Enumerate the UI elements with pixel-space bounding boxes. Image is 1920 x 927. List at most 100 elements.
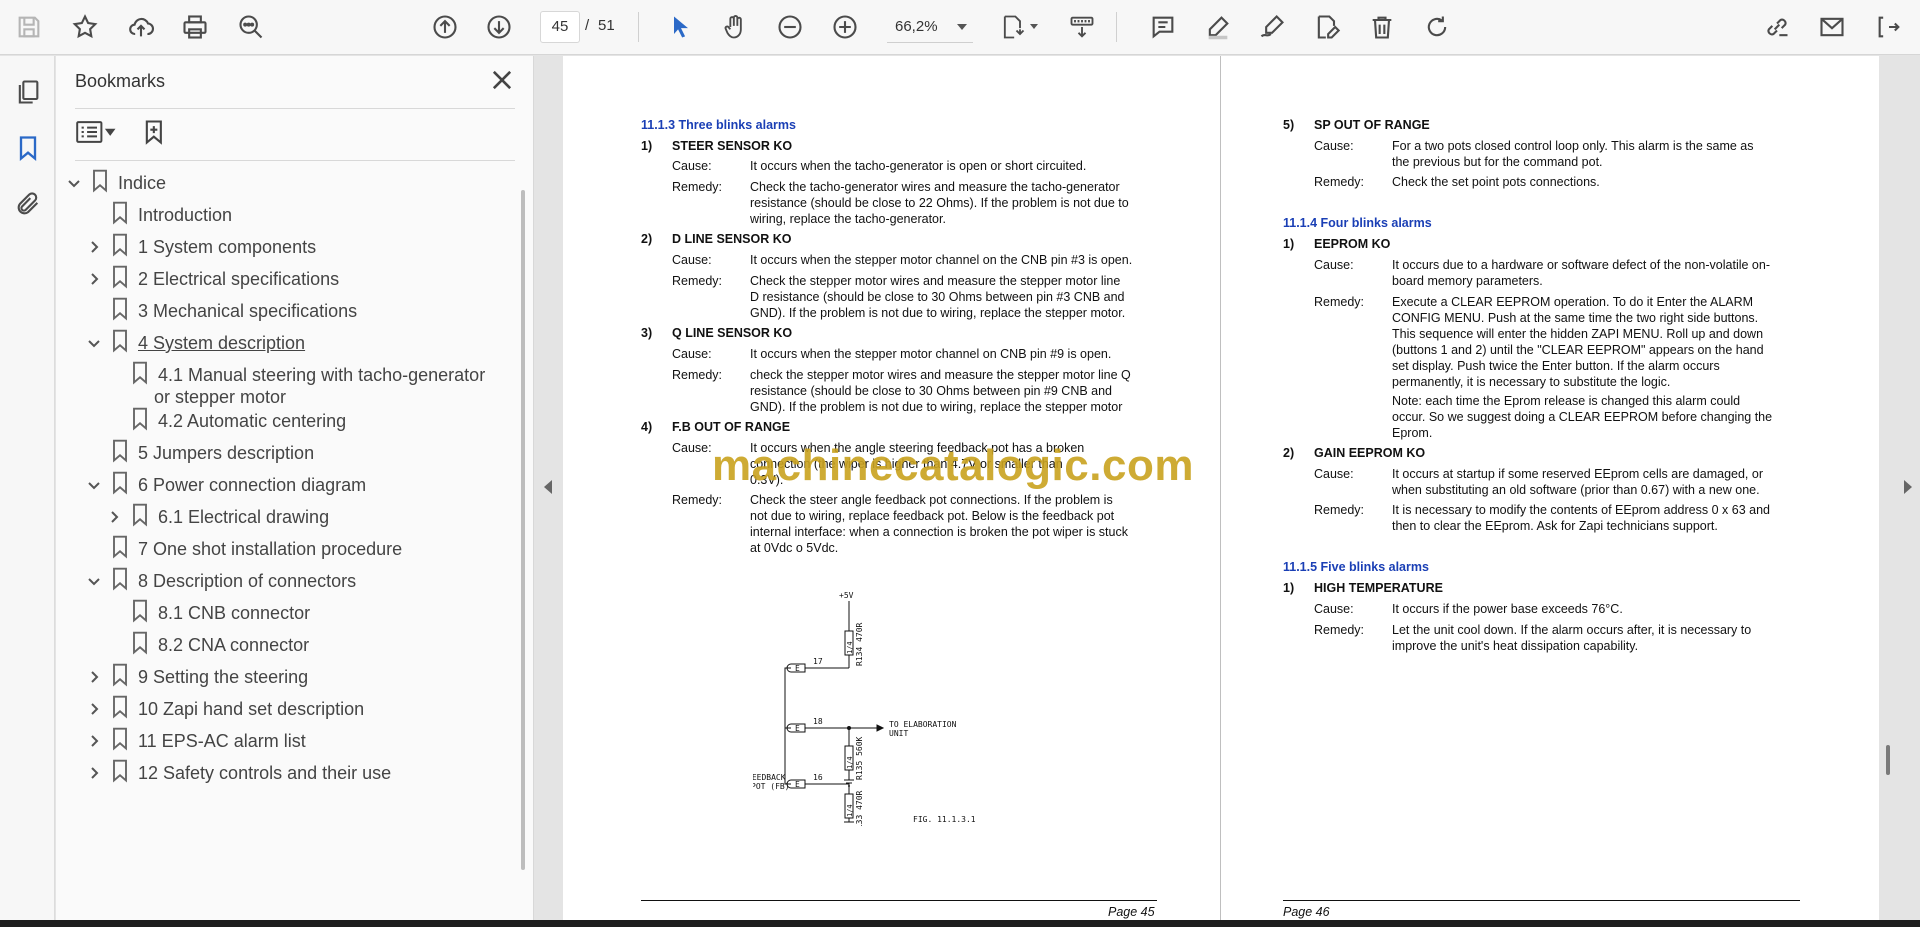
highlight-pen-icon[interactable] (1199, 8, 1237, 46)
item-number: 1) (1283, 581, 1295, 595)
connector-e-label: E (795, 724, 800, 733)
note-line: Note: each time the Eprom release is cha… (1392, 394, 1741, 408)
toggle-spacer (104, 633, 124, 657)
chevron-down-icon[interactable] (84, 331, 104, 355)
bookmark-options-icon[interactable] (75, 118, 119, 151)
toggle-spacer (104, 363, 124, 387)
chevron-right-icon[interactable] (84, 665, 104, 689)
feedback-pot-label: FEEDBACK (753, 773, 786, 782)
bookmark-item[interactable]: 8.2 CNA connector (104, 628, 309, 662)
bookmark-item[interactable]: 3 Mechanical specifications (84, 294, 357, 328)
zoom-out-icon[interactable] (771, 8, 809, 46)
select-cursor-icon[interactable] (662, 8, 700, 46)
bookmark-tree: Indice Introduction 1 System components 2 E… (56, 166, 526, 920)
remedy-label: Remedy: (1314, 623, 1365, 637)
chevron-right-icon[interactable] (104, 505, 124, 529)
new-bookmark-icon[interactable] (141, 118, 169, 151)
attachments-icon[interactable] (10, 186, 46, 222)
close-icon[interactable] (488, 66, 516, 94)
trash-icon[interactable] (1363, 8, 1401, 46)
save-icon[interactable] (10, 8, 48, 46)
next-page-icon[interactable] (480, 8, 518, 46)
bookmarks-scrollbar[interactable] (521, 190, 525, 870)
expand-right-panel-icon[interactable] (1904, 480, 1912, 494)
document-scrollbar[interactable] (1886, 745, 1890, 775)
chevron-down-icon[interactable] (64, 171, 84, 195)
remedy-label: Remedy: (1314, 503, 1365, 517)
bookmark-item[interactable]: 9 Setting the steering (84, 660, 308, 694)
hand-tool-icon[interactable] (716, 8, 754, 46)
page-fit-icon[interactable] (994, 8, 1032, 46)
bookmark-item[interactable]: Indice (64, 166, 166, 200)
r133-label: R133 470R (855, 790, 864, 826)
chevron-down-icon[interactable] (84, 569, 104, 593)
bookmark-item[interactable]: 5 Jumpers description (84, 436, 314, 470)
bookmark-label: 4.1 Manual steering with tacho-generator (158, 365, 486, 385)
bookmark-item[interactable]: 12 Safety controls and their use (84, 756, 391, 790)
edit-pdf-icon[interactable] (1308, 8, 1346, 46)
bookmark-item[interactable]: 11 EPS-AC alarm list (84, 724, 306, 758)
junction-dot (847, 726, 851, 730)
bookmark-item[interactable]: 7 One shot installation procedure (84, 532, 402, 566)
footer-rule (641, 900, 1157, 901)
print-icon[interactable] (176, 8, 214, 46)
bookmark-item[interactable]: Introduction (84, 198, 232, 232)
cloud-upload-icon[interactable] (122, 8, 160, 46)
zoom-level-select[interactable]: 66,2% (887, 11, 973, 43)
bookmark-item[interactable]: 4.2 Automatic centering (104, 404, 346, 438)
bookmarks-panel: Bookmarks Indice Introduction 1 System com… (56, 56, 534, 920)
bookmark-item[interactable]: 2 Electrical specifications (84, 262, 339, 296)
mail-icon[interactable] (1813, 8, 1851, 46)
share-link-icon[interactable] (1758, 8, 1796, 46)
toolbar-divider (1116, 12, 1117, 42)
expand-panel-icon[interactable] (1870, 8, 1908, 46)
remedy-line: (buttons 1 and 2) until the "CLEAR EEPRO… (1392, 343, 1764, 357)
bookmark-item[interactable]: 10 Zapi hand set description (84, 692, 364, 726)
chevron-right-icon[interactable] (84, 761, 104, 785)
bookmark-ribbon-icon (110, 297, 130, 325)
page-thumbnails-icon[interactable] (10, 74, 46, 110)
bookmark-ribbon-icon (110, 439, 130, 467)
cause-text: It occurs if the power base exceeds 76°C… (1392, 602, 1623, 616)
bookmark-item[interactable]: 8 Description of connectors (84, 564, 356, 598)
chevron-right-icon[interactable] (84, 697, 104, 721)
remedy-line: Execute a CLEAR EEPROM operation. To do … (1392, 295, 1754, 309)
remedy-line: not due to wiring, replace feedback pot.… (750, 509, 1115, 523)
bookmark-label: Introduction (138, 205, 233, 225)
chevron-right-icon[interactable] (84, 267, 104, 291)
item-number: 5) (1283, 118, 1295, 132)
comment-icon[interactable] (1144, 8, 1182, 46)
zoom-in-icon[interactable] (826, 8, 864, 46)
redo-icon[interactable] (1418, 8, 1456, 46)
previous-page-icon[interactable] (426, 8, 464, 46)
bookmark-item[interactable]: 6 Power connection diagram (84, 468, 366, 502)
bookmarks-icon[interactable] (10, 130, 46, 166)
pin-17-label: 17 (813, 657, 823, 666)
zoom-search-icon[interactable] (232, 8, 270, 46)
bookmark-item[interactable]: 8.1 CNB connector (104, 596, 310, 630)
note-line: Eprom. (1392, 426, 1433, 440)
bookmark-item[interactable]: 1 System components (84, 230, 316, 264)
page-number-input[interactable]: 45 (540, 11, 580, 43)
chevron-down-icon[interactable] (1030, 24, 1038, 29)
collapse-left-panel-icon[interactable] (544, 480, 552, 494)
page-total: 51 (598, 17, 615, 34)
toggle-spacer (84, 537, 104, 561)
bookmark-label: 2 Electrical specifications (138, 269, 340, 289)
bookmark-item[interactable]: 4.1 Manual steering with tacho-generator… (104, 358, 486, 407)
toggle-spacer (84, 203, 104, 227)
bookmark-label: 4 System description (138, 333, 306, 353)
chevron-right-icon[interactable] (84, 235, 104, 259)
cause-label: Cause: (672, 159, 712, 173)
alarm-title: F.B OUT OF RANGE (672, 420, 791, 434)
bookmark-ribbon-icon (110, 695, 130, 723)
bookmark-label: 8 Description of connectors (138, 571, 357, 591)
chevron-down-icon[interactable] (84, 473, 104, 497)
scroll-mode-icon[interactable] (1063, 8, 1101, 46)
bookmark-item[interactable]: 4 System description (84, 326, 305, 360)
bookmark-item[interactable]: 6.1 Electrical drawing (104, 500, 329, 534)
star-icon[interactable] (66, 8, 104, 46)
sign-pen-icon[interactable] (1253, 8, 1291, 46)
chevron-right-icon[interactable] (84, 729, 104, 753)
pdf-page-46: 5) SP OUT OF RANGE Cause: For a two pots… (1221, 56, 1879, 920)
